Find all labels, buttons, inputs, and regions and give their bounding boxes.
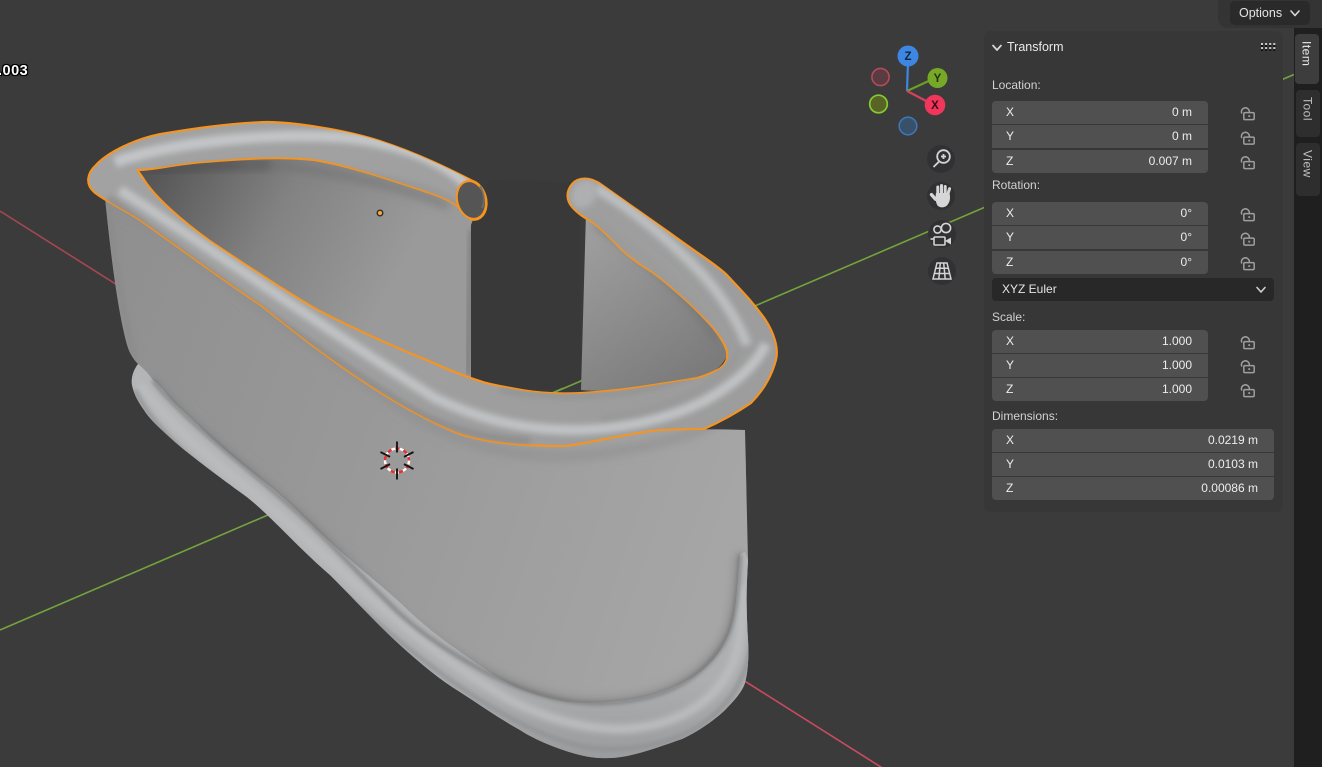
svg-text:Z: Z: [904, 51, 911, 63]
svg-text:Y: Y: [934, 73, 942, 85]
svg-text:X: X: [931, 100, 939, 112]
